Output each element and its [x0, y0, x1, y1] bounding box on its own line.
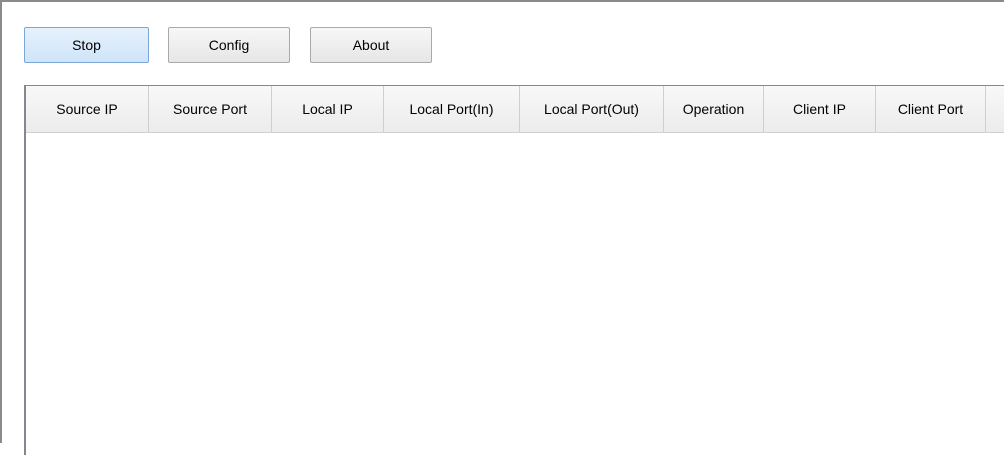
column-header-source-ip[interactable]: Source IP — [26, 86, 149, 132]
main-window: Stop Config About Source IP Source Port … — [0, 0, 1004, 455]
column-header-local-ip[interactable]: Local IP — [272, 86, 384, 132]
column-header-filler — [986, 86, 1004, 132]
column-header-source-port[interactable]: Source Port — [149, 86, 272, 132]
stop-button[interactable]: Stop — [24, 27, 149, 63]
column-header-client-port[interactable]: Client Port — [876, 86, 986, 132]
column-header-operation[interactable]: Operation — [664, 86, 764, 132]
about-button[interactable]: About — [310, 27, 432, 63]
column-header-client-ip[interactable]: Client IP — [764, 86, 876, 132]
column-header-local-port-out[interactable]: Local Port(Out) — [520, 86, 664, 132]
table-header: Source IP Source Port Local IP Local Por… — [26, 86, 1004, 133]
table-body[interactable] — [26, 133, 1004, 455]
config-button[interactable]: Config — [168, 27, 290, 63]
connections-table: Source IP Source Port Local IP Local Por… — [24, 85, 1004, 455]
column-header-local-port-in[interactable]: Local Port(In) — [384, 86, 520, 132]
